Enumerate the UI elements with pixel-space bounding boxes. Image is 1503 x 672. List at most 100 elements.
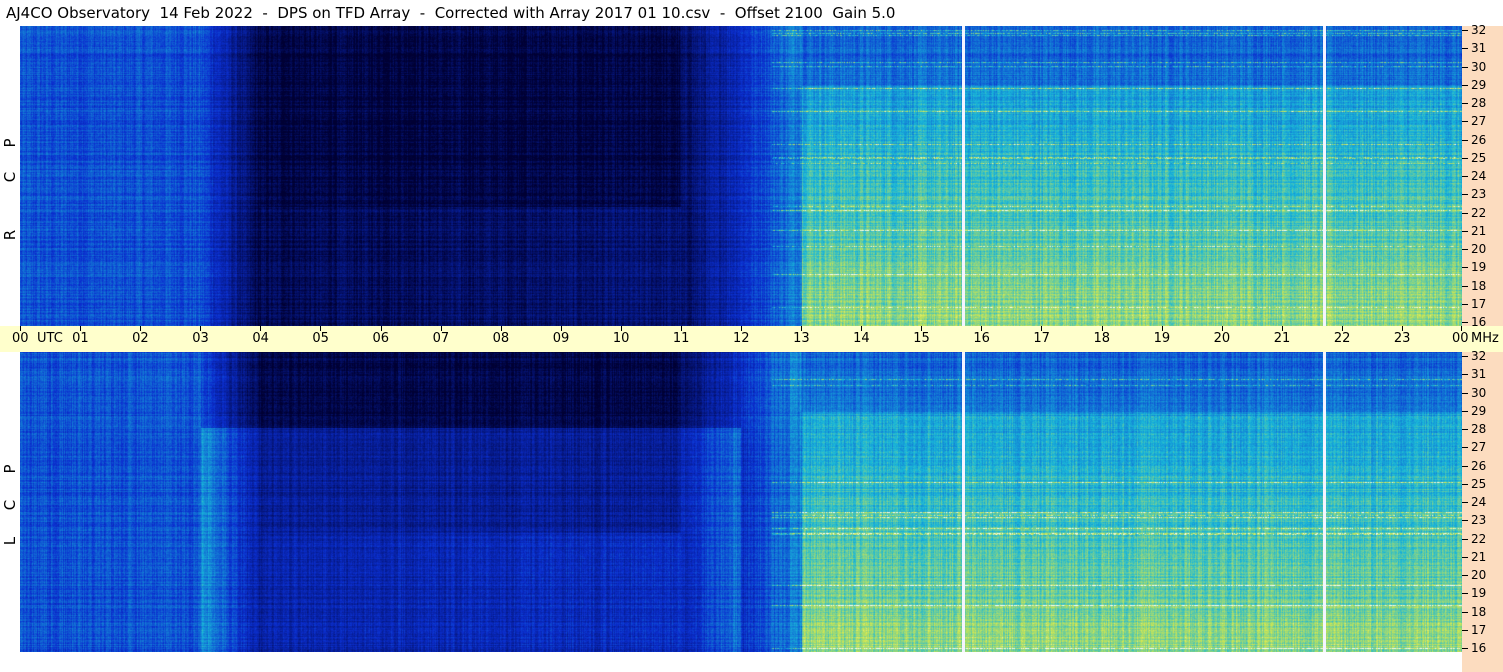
rcp-freq-label: 18 bbox=[1471, 278, 1487, 293]
lcp-freq-tick-22 bbox=[1462, 538, 1468, 540]
data-gap-line bbox=[962, 26, 966, 326]
lcp-freq-tick-19 bbox=[1462, 593, 1468, 595]
rcp-freq-tick-16 bbox=[1462, 322, 1468, 323]
rcp-freq-label: 30 bbox=[1471, 59, 1487, 74]
lcp-freq-tick-24 bbox=[1462, 502, 1468, 503]
lcp-freq-label: 20 bbox=[1471, 568, 1487, 582]
time-label: 22 bbox=[1333, 331, 1351, 346]
rcp-letter-r: R bbox=[1, 229, 19, 241]
lcp-freq-label: 22 bbox=[1471, 531, 1487, 546]
lcp-freq-label: 18 bbox=[1471, 604, 1487, 619]
lcp-freq-label: 26 bbox=[1471, 458, 1487, 473]
lcp-freq-label: 16 bbox=[1471, 641, 1487, 655]
lcp-freq-label: 24 bbox=[1471, 495, 1487, 509]
time-label: 09 bbox=[552, 331, 570, 346]
lcp-freq-tick-31 bbox=[1462, 374, 1468, 376]
rcp-freq-label: 27 bbox=[1471, 114, 1487, 129]
lcp-letter-l: L bbox=[1, 536, 19, 546]
lcp-freq-tick-20 bbox=[1462, 575, 1468, 576]
time-label: 13 bbox=[793, 331, 810, 346]
time-label: 20 bbox=[1213, 331, 1231, 346]
lcp-freq-label: 29 bbox=[1471, 403, 1487, 418]
rcp-freq-tick-32 bbox=[1462, 30, 1468, 31]
lcp-frequency-axis: 16 17 18 19 20 21 22 23 24 25 26 27 28 29 30 31 32 bbox=[1462, 349, 1503, 672]
time-label: 11 bbox=[672, 331, 690, 346]
time-label: 21 bbox=[1273, 331, 1291, 346]
lcp-freq-tick-18 bbox=[1462, 611, 1468, 613]
data-gap-line bbox=[1322, 26, 1326, 326]
lcp-freq-tick-25 bbox=[1462, 483, 1468, 485]
rcp-freq-tick-17 bbox=[1462, 303, 1468, 305]
time-label: 05 bbox=[312, 331, 329, 346]
lcp-freq-tick-23 bbox=[1462, 520, 1468, 522]
lcp-freq-tick-17 bbox=[1462, 629, 1468, 631]
rcp-freq-tick-27 bbox=[1462, 121, 1468, 123]
rcp-label-strip: R C P bbox=[0, 26, 20, 326]
time-label: 10 bbox=[612, 331, 630, 346]
time-label: 18 bbox=[1093, 331, 1111, 346]
rcp-freq-label: 21 bbox=[1471, 223, 1487, 238]
lcp-freq-tick-30 bbox=[1462, 392, 1468, 394]
rcp-freq-tick-28 bbox=[1462, 103, 1468, 104]
rcp-freq-tick-29 bbox=[1462, 84, 1468, 86]
rcp-freq-label: 28 bbox=[1471, 96, 1487, 110]
time-label: 01 bbox=[72, 331, 89, 346]
rcp-freq-label: 19 bbox=[1471, 260, 1487, 275]
time-label: 07 bbox=[432, 331, 450, 346]
lcp-letter-c: C bbox=[1, 499, 19, 511]
lcp-freq-label: 31 bbox=[1471, 367, 1487, 382]
lcp-freq-label: 23 bbox=[1471, 513, 1487, 528]
lcp-freq-tick-32 bbox=[1462, 356, 1468, 357]
rcp-freq-label: 17 bbox=[1471, 296, 1487, 311]
rcp-freq-label: 26 bbox=[1471, 132, 1487, 147]
rcp-freq-label: 32 bbox=[1471, 23, 1487, 37]
rcp-freq-tick-20 bbox=[1462, 249, 1468, 250]
chart-title: AJ4CO Observatory 14 Feb 2022 - DPS on T… bbox=[0, 0, 1462, 26]
lcp-label-strip: L C P bbox=[0, 352, 20, 672]
rcp-freq-tick-22 bbox=[1462, 212, 1468, 214]
rcp-freq-label: 24 bbox=[1471, 169, 1487, 183]
lcp-letter-p: P bbox=[1, 464, 19, 474]
lcp-freq-label: 17 bbox=[1471, 622, 1487, 637]
rcp-freq-label: 22 bbox=[1471, 205, 1487, 220]
rcp-freq-tick-21 bbox=[1462, 230, 1468, 232]
lcp-spectrogram bbox=[20, 352, 1462, 652]
time-label: 00 bbox=[12, 331, 29, 346]
rcp-freq-tick-18 bbox=[1462, 285, 1468, 287]
rcp-freq-tick-19 bbox=[1462, 267, 1468, 269]
rcp-freq-label: 29 bbox=[1471, 77, 1487, 92]
rcp-letter-c: C bbox=[1, 171, 19, 183]
lcp-freq-tick-27 bbox=[1462, 447, 1468, 449]
lcp-freq-tick-29 bbox=[1462, 410, 1468, 412]
rcp-spectrogram bbox=[20, 26, 1462, 326]
lcp-freq-label: 19 bbox=[1471, 586, 1487, 601]
time-label: 15 bbox=[913, 331, 930, 346]
time-label: 19 bbox=[1153, 331, 1171, 346]
mhz-unit-label: MHz bbox=[1471, 331, 1499, 346]
rcp-freq-label: 25 bbox=[1471, 150, 1487, 165]
time-label: 08 bbox=[492, 331, 510, 346]
lcp-freq-label: 28 bbox=[1471, 422, 1487, 436]
time-label: 02 bbox=[132, 331, 149, 346]
rcp-freq-label: 23 bbox=[1471, 187, 1487, 202]
rcp-letter-p: P bbox=[1, 138, 19, 148]
lcp-freq-label: 21 bbox=[1471, 549, 1487, 564]
data-gap-line bbox=[1322, 352, 1326, 652]
time-label: 03 bbox=[192, 331, 209, 346]
rcp-freq-label: 20 bbox=[1471, 242, 1487, 256]
time-label: 00 bbox=[1452, 331, 1469, 346]
lcp-freq-label: 25 bbox=[1471, 476, 1487, 491]
time-label: 04 bbox=[252, 331, 269, 346]
time-label: 06 bbox=[372, 331, 390, 346]
time-label: 14 bbox=[853, 331, 870, 346]
rcp-freq-tick-30 bbox=[1462, 66, 1468, 68]
lcp-freq-tick-16 bbox=[1462, 648, 1468, 649]
lcp-freq-label: 27 bbox=[1471, 440, 1487, 455]
time-label: 17 bbox=[1033, 331, 1050, 346]
rcp-freq-tick-26 bbox=[1462, 139, 1468, 141]
rcp-freq-tick-31 bbox=[1462, 48, 1468, 50]
data-gap-line bbox=[962, 352, 966, 652]
lcp-freq-label: 32 bbox=[1471, 349, 1487, 363]
time-axis: 00 01 02 03 04 05 06 07 08 09 10 11 12 13 14 15 16 17 18 19… bbox=[0, 326, 1503, 352]
lcp-freq-tick-21 bbox=[1462, 556, 1468, 558]
